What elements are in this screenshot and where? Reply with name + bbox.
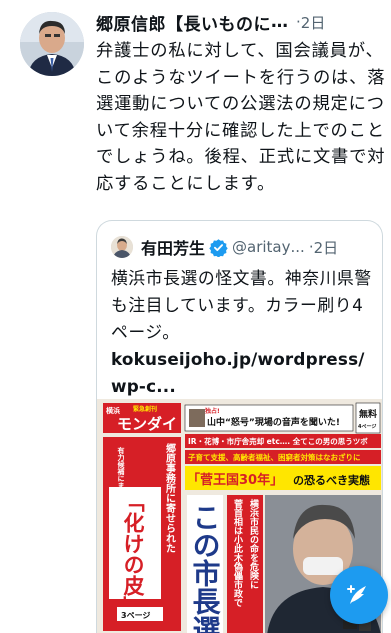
masthead-title: モンダイ <box>117 415 177 433</box>
quoted-author-handle: @aritay <box>232 238 291 256</box>
left-main: 「化けの皮」 <box>121 491 145 617</box>
link-line-1: kokuseijoho.jp/wordpress/ <box>111 349 365 369</box>
quoted-handle-ellipsis: ... <box>290 238 305 256</box>
link-line-2: wp-c... <box>111 376 176 396</box>
quoted-avatar-image <box>111 236 133 258</box>
quoted-author-name: 有田芳生 <box>141 239 206 258</box>
tweet-text: 弁護士の私に対して、国会議員が、このようなツイートを行うのは、落選運動についての… <box>96 41 386 194</box>
quoted-author-avatar <box>111 236 133 258</box>
quoted-tweet-text: 横浜市長選の怪文書。神奈川県警も注目しています。カラー刷り4ページ。 kokus… <box>111 265 373 400</box>
author-avatar[interactable] <box>20 12 84 76</box>
corner-sub: 4ページ <box>358 424 376 430</box>
exclusive-label: 独占! <box>204 407 220 415</box>
left-col2: 郷原事務所に寄せられた <box>164 442 176 553</box>
center-big: この市長選 <box>189 503 222 633</box>
side-col2: 横浜市民の命を危険に <box>248 498 260 589</box>
badge-small: 横浜 <box>106 406 120 415</box>
headline-top: 山中“怒号”現場の音声を聞いた! <box>207 416 340 428</box>
author-name-ellipsis: … <box>271 12 288 32</box>
red-line: IR・花博・市庁舎売却 etc…. 全てこの男の思うツボ <box>188 436 368 446</box>
author-display-name[interactable]: 郷原信郎【長いものに <box>96 10 271 35</box>
page-ref: 3ページ <box>121 611 150 620</box>
badge-top: 緊急創刊 <box>133 405 157 413</box>
quoted-tweet-body: 横浜市長選の怪文書。神奈川県警も注目しています。カラー刷り4ページ。 <box>111 268 372 342</box>
tweet-timestamp[interactable]: 2日 <box>301 12 326 33</box>
red-line-2: 子育て支援、高齢者福祉、困窮者対策はなおざりに <box>188 452 361 462</box>
quoted-tweet[interactable]: 有田芳生 @aritay ... · 2日 横浜市長選の怪文書。神奈川県警も注目… <box>96 220 383 633</box>
yellow-headline-a: 「菅王国30年」 <box>187 472 283 488</box>
side-col1: 菅首相は小此木偽儡市政で <box>232 498 244 607</box>
corner-label: 無料 <box>359 408 377 420</box>
compose-tweet-icon <box>347 585 366 604</box>
quoted-tweet-timestamp: 2日 <box>313 238 339 257</box>
tweet-header: 郷原信郎【長いものに … · 2日 <box>96 10 383 35</box>
tweet[interactable]: 郷原信郎【長いものに … · 2日 弁護士の私に対して、国会議員が、このようなツ… <box>0 0 391 633</box>
compose-tweet-button[interactable] <box>330 566 388 624</box>
yellow-headline-b: の恐るべき実態 <box>293 473 370 487</box>
quoted-tweet-link[interactable]: kokuseijoho.jp/wordpress/ wp-c... <box>111 346 373 400</box>
verified-badge-icon <box>209 238 228 257</box>
author-avatar-image <box>20 12 84 76</box>
quoted-tweet-header: 有田芳生 @aritay ... · 2日 <box>111 235 374 259</box>
